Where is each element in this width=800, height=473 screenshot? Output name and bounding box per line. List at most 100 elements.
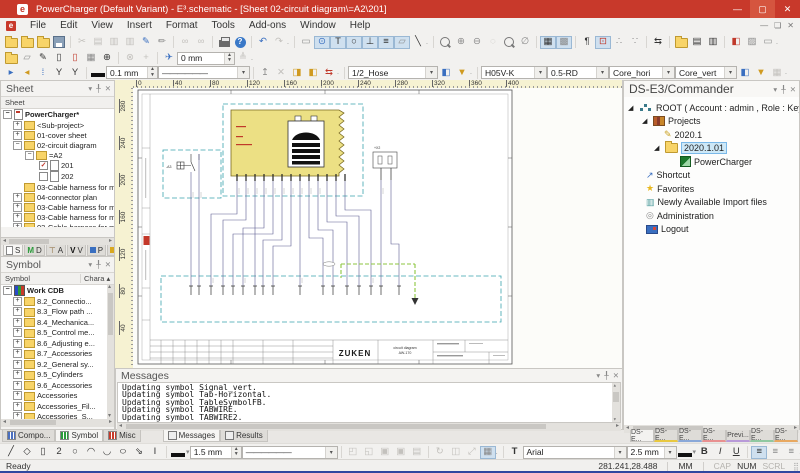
to-front-button[interactable]: ▣ bbox=[377, 446, 393, 459]
align-center-button[interactable]: ≡ bbox=[767, 446, 783, 459]
zoom-previous-button[interactable] bbox=[501, 36, 517, 49]
expander-icon[interactable]: + bbox=[13, 131, 22, 140]
tab-variant[interactable]: VV bbox=[67, 245, 86, 256]
expander-icon[interactable]: + bbox=[13, 193, 22, 202]
expander-icon[interactable]: + bbox=[13, 223, 22, 228]
symbol-hscrollbar[interactable]: ◂▸ bbox=[1, 419, 114, 427]
panel-hscrollbar[interactable]: ◂▸ bbox=[1, 238, 114, 245]
graphics-overflow-icon[interactable]: . bbox=[496, 449, 500, 456]
drawing-canvas[interactable]: ZUKEN circuit diagram AW-170 bbox=[133, 88, 623, 368]
sheet-tree-root[interactable]: − PowerCharger* bbox=[1, 109, 114, 120]
new-sheet2-button[interactable] bbox=[3, 52, 19, 65]
mdi-minimize-button[interactable]: — bbox=[760, 21, 768, 30]
expander-icon[interactable]: + bbox=[13, 213, 22, 222]
highlight-toggle-button[interactable]: ⊙ bbox=[314, 36, 330, 49]
place-cancel-button[interactable]: ✕ bbox=[273, 66, 289, 79]
lock-button[interactable]: ◨ bbox=[289, 66, 305, 79]
right-splitter[interactable] bbox=[622, 80, 623, 430]
line-style2-combo[interactable]: ——————▾ bbox=[242, 446, 338, 459]
image-button[interactable]: ▦ bbox=[480, 446, 496, 459]
zoom-out-button[interactable]: ⊖ bbox=[469, 36, 485, 49]
format-brush-button[interactable]: ✏ bbox=[154, 36, 170, 49]
symbol-tree-root[interactable]: − Work CDB bbox=[1, 285, 114, 296]
print-button[interactable] bbox=[216, 36, 232, 49]
redo-button[interactable]: ↷ bbox=[271, 36, 287, 49]
split-vertical-button[interactable]: ▥ bbox=[705, 36, 721, 49]
symbol-tree-item[interactable]: +8.4_Mechanica... bbox=[1, 317, 114, 328]
expander-icon[interactable]: − bbox=[25, 151, 34, 160]
line-tool-button[interactable]: ╱ bbox=[3, 446, 19, 459]
paste-special-button[interactable]: ▥ bbox=[122, 36, 138, 49]
expander-icon[interactable]: + bbox=[13, 328, 22, 337]
sheet-tree-item[interactable]: +01-cover sheet bbox=[1, 130, 114, 140]
pin-left-button[interactable]: ▸ bbox=[3, 66, 19, 79]
core-filter-button[interactable]: ▼ bbox=[753, 66, 769, 79]
mirror-button[interactable]: ◫ bbox=[448, 446, 464, 459]
underline-button[interactable]: U bbox=[728, 446, 744, 459]
zoom-all-button[interactable]: ∅ bbox=[517, 36, 533, 49]
format-painter-button[interactable]: ✎ bbox=[138, 36, 154, 49]
pen-width-spinner[interactable]: 0.1 mm ▲▼ bbox=[106, 66, 158, 79]
link-button[interactable]: ∞ bbox=[177, 36, 193, 49]
expander-icon[interactable]: ◢ bbox=[628, 104, 636, 112]
arc-tool-button[interactable]: ◠ bbox=[83, 446, 99, 459]
split-horizontal-button[interactable]: ▤ bbox=[689, 36, 705, 49]
sheet-tree-item[interactable]: 03-Cable harness for manufac bbox=[1, 182, 114, 192]
tab-preview[interactable]: Previ... bbox=[726, 430, 750, 442]
exchange-button[interactable]: ⇆ bbox=[321, 66, 337, 79]
menu-addons[interactable]: Add-ons bbox=[242, 20, 293, 31]
delete-node-button[interactable]: ⊗ bbox=[122, 52, 138, 65]
circle-tool-button[interactable]: ○ bbox=[67, 446, 83, 459]
help-button[interactable]: ? bbox=[232, 36, 248, 49]
menu-edit[interactable]: Edit bbox=[53, 20, 84, 31]
expander-icon[interactable]: + bbox=[13, 318, 22, 327]
save-button[interactable] bbox=[51, 36, 67, 49]
symbol-tree-item[interactable]: +8.2_Connectio... bbox=[1, 296, 114, 307]
open-button[interactable] bbox=[35, 36, 51, 49]
red-field-button[interactable]: ▯ bbox=[67, 52, 83, 65]
line-width-spinner[interactable]: 1.5 mm ▲▼ bbox=[190, 446, 242, 459]
commander-item-logout[interactable]: Logout bbox=[624, 223, 799, 237]
font-color-swatch[interactable] bbox=[677, 446, 693, 459]
expander-icon[interactable]: − bbox=[13, 141, 22, 150]
field-button[interactable]: ▯ bbox=[51, 52, 67, 65]
line-color-swatch[interactable] bbox=[170, 446, 186, 459]
wire-fork2-button[interactable]: Y bbox=[67, 66, 83, 79]
rotate-button[interactable]: ↻ bbox=[432, 446, 448, 459]
mdi-close-button[interactable]: ✕ bbox=[787, 21, 794, 30]
tab-panel[interactable]: P bbox=[87, 245, 106, 256]
line-style-combo[interactable]: ——————▾ bbox=[158, 66, 250, 79]
menu-format[interactable]: Format bbox=[159, 20, 205, 31]
italic-button[interactable]: I bbox=[712, 446, 728, 459]
undo-button[interactable]: ↶ bbox=[255, 36, 271, 49]
pin-array-button[interactable]: ⁞ bbox=[35, 66, 51, 79]
bold-button[interactable]: B bbox=[696, 446, 712, 459]
chara-column-header[interactable]: Chara ▴ bbox=[80, 274, 114, 283]
tab-device[interactable]: MD bbox=[24, 245, 44, 256]
text-mode-button[interactable]: T bbox=[330, 36, 346, 49]
wire-overflow-icon[interactable]: . bbox=[337, 69, 341, 76]
menu-view[interactable]: View bbox=[84, 20, 120, 31]
ungroup-graphics-button[interactable]: ◱ bbox=[361, 446, 377, 459]
commander-item-shortcut[interactable]: ↗Shortcut bbox=[624, 169, 799, 183]
align-left-button[interactable]: ≡ bbox=[751, 446, 767, 459]
commander-root[interactable]: ◢ROOT ( Account : admin , Role : KeyUse bbox=[624, 101, 799, 115]
symbol-tree-item[interactable]: +Accessories_S... bbox=[1, 412, 114, 420]
commander-item-2020-1[interactable]: ✎2020.1 bbox=[624, 128, 799, 142]
tab-ds-e3-3[interactable]: DS-E... bbox=[678, 430, 702, 442]
toolbar-overflow-icon[interactable]: . bbox=[287, 39, 291, 46]
panel-menu-icon[interactable]: ▾ bbox=[773, 85, 777, 94]
symbol-vscrollbar[interactable]: ▴▾ bbox=[107, 285, 114, 419]
tab-components[interactable]: Compo... bbox=[2, 430, 55, 442]
sheet-tree-item[interactable]: +03-Cable harness for manufac bbox=[1, 202, 114, 212]
wire-combo[interactable]: 0.5-RD▾ bbox=[547, 66, 609, 79]
sheet-tree-item[interactable]: +03-Cable harness for manufac bbox=[1, 212, 114, 222]
core-hori-combo[interactable]: Core_hori▾ bbox=[609, 66, 675, 79]
checkbox-icon[interactable] bbox=[39, 172, 48, 181]
maximize-button[interactable]: ▢ bbox=[750, 0, 775, 18]
spline-tool-button[interactable]: 2 bbox=[51, 446, 67, 459]
view-overflow-icon[interactable]: . bbox=[776, 39, 780, 46]
core-overflow-icon[interactable]: . bbox=[785, 69, 789, 76]
symbol-tree-item[interactable]: +8.7_Accessories bbox=[1, 349, 114, 360]
tab-sheet[interactable]: S bbox=[3, 245, 23, 256]
